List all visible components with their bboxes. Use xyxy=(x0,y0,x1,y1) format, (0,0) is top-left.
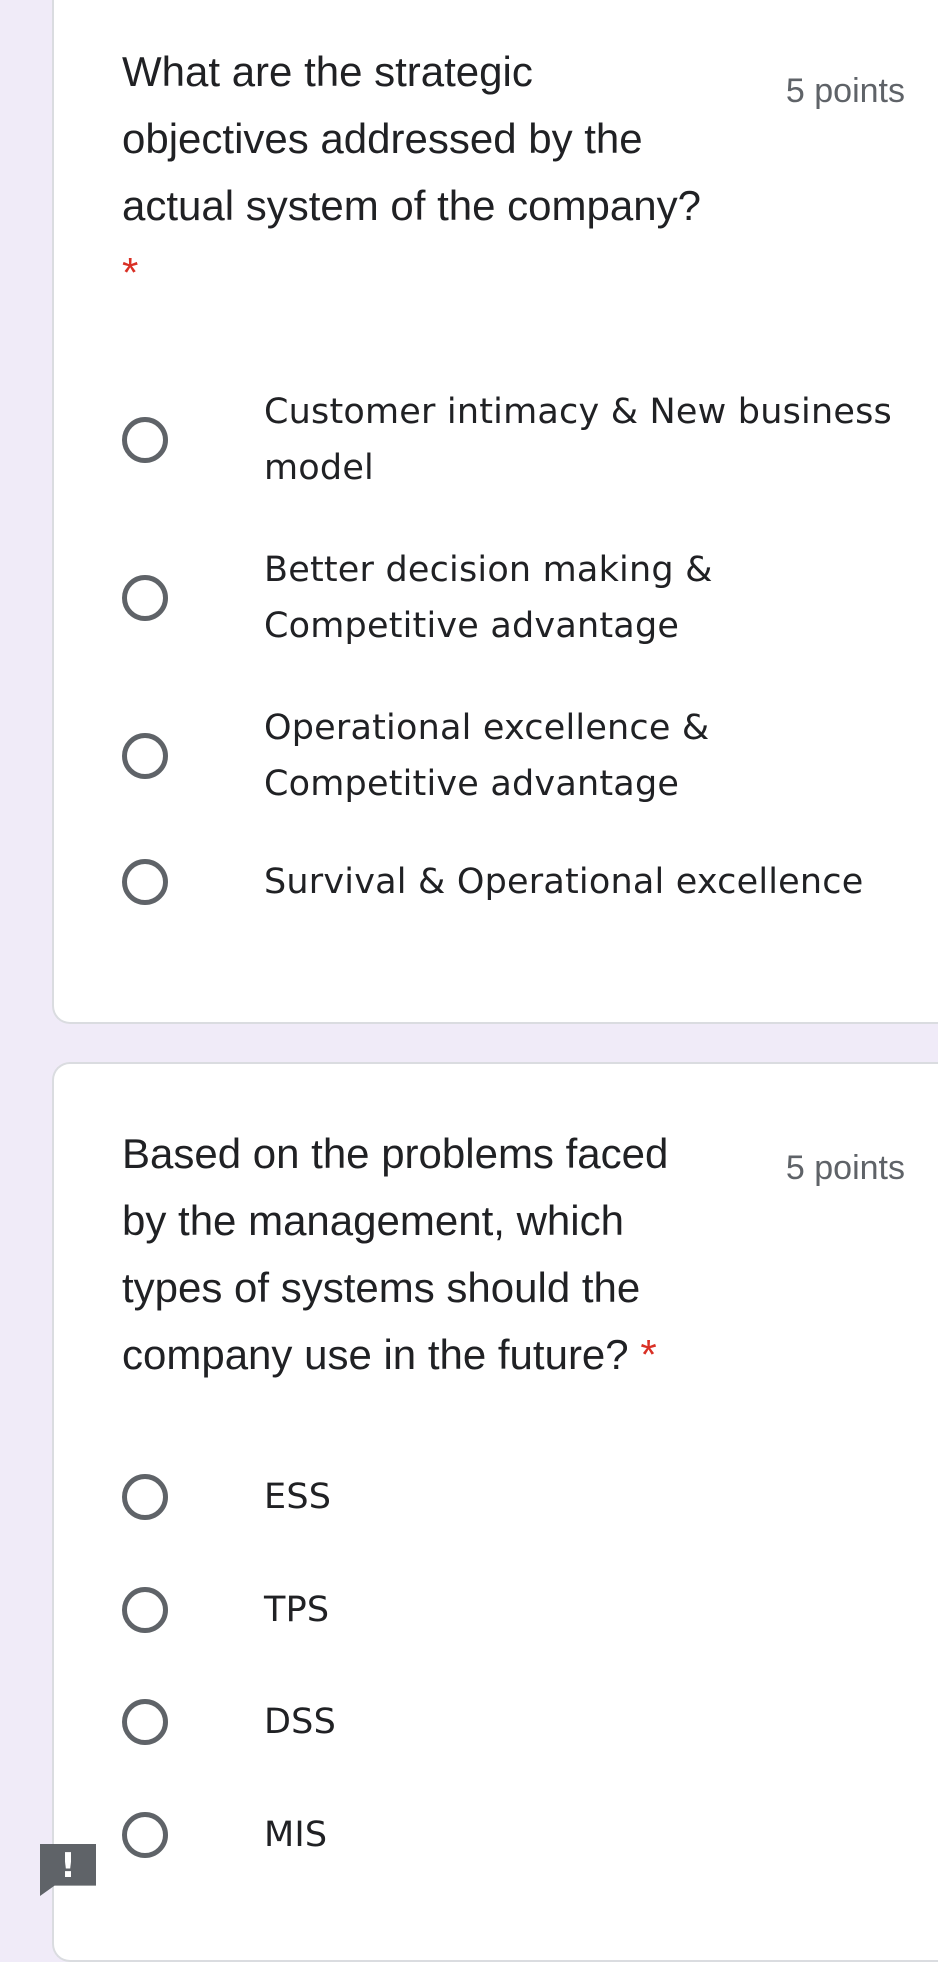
question-card-2: Based on the problems faced by the manag… xyxy=(52,1062,938,1962)
radio-button[interactable] xyxy=(122,1699,168,1745)
required-asterisk: * xyxy=(122,249,139,296)
option-tps[interactable]: TPS xyxy=(122,1582,922,1638)
radio-button[interactable] xyxy=(122,417,168,463)
option-label: Operational excellence & Competitive adv… xyxy=(264,708,710,804)
option-mis[interactable]: MIS xyxy=(122,1807,922,1863)
option-label: Better decision making & Competitive adv… xyxy=(264,550,713,646)
option-label: ESS xyxy=(264,1477,332,1517)
points-label: 5 points xyxy=(785,72,905,110)
question-title: What are the strategic objectives addres… xyxy=(122,38,722,306)
radio-button[interactable] xyxy=(122,575,168,621)
option-survival[interactable]: Survival & Operational excellence xyxy=(122,854,922,910)
option-label: DSS xyxy=(264,1702,336,1742)
option-label: Survival & Operational excellence xyxy=(264,862,864,902)
question-card-1: What are the strategic objectives addres… xyxy=(52,0,938,1024)
points-label: 5 points xyxy=(785,1149,905,1187)
option-label: TPS xyxy=(264,1590,330,1630)
question-text: What are the strategic objectives addres… xyxy=(122,48,701,229)
radio-button[interactable] xyxy=(122,1587,168,1633)
question-title: Based on the problems faced by the manag… xyxy=(122,1120,722,1388)
radio-button[interactable] xyxy=(122,859,168,905)
radio-button[interactable] xyxy=(122,1474,168,1520)
option-label: MIS xyxy=(264,1815,328,1855)
option-label: Customer intimacy & New business model xyxy=(264,392,892,488)
option-customer-intimacy[interactable]: Customer intimacy & New business model xyxy=(122,384,922,496)
option-better-decision-making[interactable]: Better decision making & Competitive adv… xyxy=(122,542,922,654)
required-asterisk: * xyxy=(640,1331,657,1378)
option-dss[interactable]: DSS xyxy=(122,1694,922,1750)
option-ess[interactable]: ESS xyxy=(122,1469,922,1525)
radio-button[interactable] xyxy=(122,733,168,779)
option-operational-excellence[interactable]: Operational excellence & Competitive adv… xyxy=(122,700,922,812)
radio-button[interactable] xyxy=(122,1812,168,1858)
question-text: Based on the problems faced by the manag… xyxy=(122,1130,669,1378)
